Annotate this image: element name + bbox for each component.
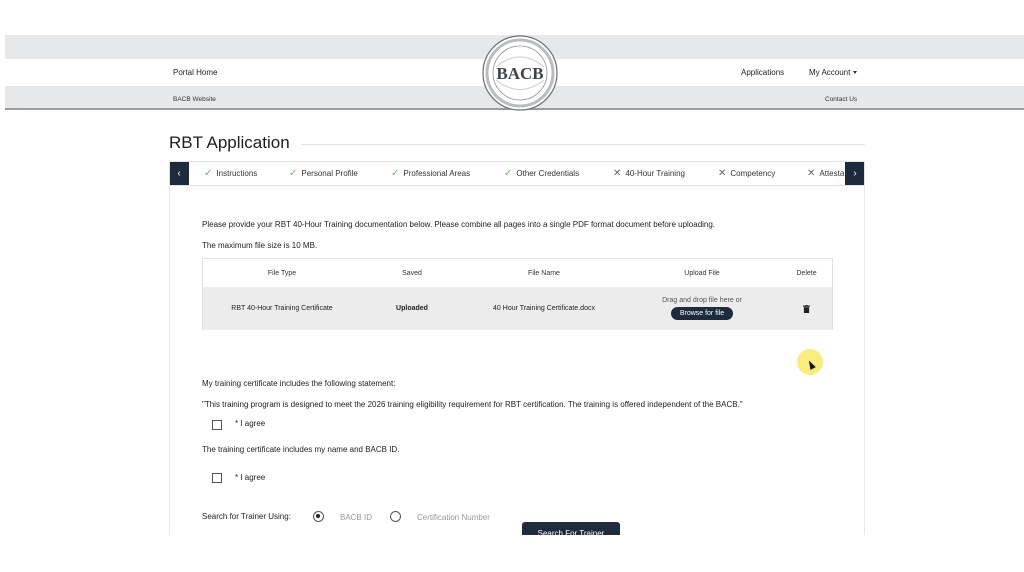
step-label: Other Credentials [516, 169, 580, 178]
cell-file-type: RBT 40-Hour Training Certificate [231, 305, 333, 312]
check-icon: ✓ [289, 168, 298, 179]
name-id-statement: The training certificate includes my nam… [202, 445, 400, 454]
step-personal-profile[interactable]: ✓ Personal Profile [289, 162, 358, 185]
col-file-name: File Name [528, 269, 560, 277]
step-label: Instructions [216, 169, 258, 178]
cell-file-name: 40 Hour Training Certificate.docx [493, 305, 595, 312]
browse-for-file-button[interactable]: Browse for file [670, 307, 734, 320]
contact-us-link[interactable]: Contact Us [825, 96, 857, 103]
step-competency[interactable]: ✕ Competency [718, 162, 775, 185]
agree-statement-label: * I agree [235, 419, 266, 428]
trash-icon [803, 304, 810, 313]
check-icon: ✓ [391, 168, 400, 179]
portal-home-link[interactable]: Portal Home [173, 68, 217, 77]
radio-bacb-id[interactable] [313, 511, 324, 522]
step-label: Competency [730, 169, 776, 178]
training-statement: "This training program is designed to me… [202, 400, 743, 409]
step-label: 40-Hour Training [625, 169, 685, 178]
radio-bacb-id-label: BACB ID [340, 513, 373, 522]
step-label: Attesta [819, 169, 845, 178]
agree-name-id-checkbox[interactable] [212, 473, 222, 483]
agree-name-id-label: * I agree [235, 473, 266, 482]
upload-instructions: Please provide your RBT 40-Hour Training… [202, 220, 716, 229]
steps-prev-button[interactable]: ‹ [170, 162, 189, 185]
x-icon: ✕ [718, 168, 727, 179]
browser-page: Portal Home Applications My Account BACB… [5, 35, 1024, 535]
radio-certification-number-label: Certification Number [417, 513, 490, 522]
steps-next-button[interactable]: › [845, 162, 864, 185]
cell-saved-status: Uploaded [396, 305, 428, 312]
bacb-website-link[interactable]: BACB Website [173, 96, 216, 103]
agree-statement-checkbox[interactable] [212, 420, 222, 430]
check-icon: ✓ [204, 168, 213, 179]
bacb-logo-text: BACB [496, 64, 543, 83]
step-instructions[interactable]: ✓ Instructions [204, 162, 257, 185]
statement-intro: My training certificate includes the fol… [202, 379, 396, 388]
applications-link[interactable]: Applications [741, 68, 784, 77]
col-delete: Delete [796, 269, 817, 277]
chevron-right-icon: › [853, 168, 857, 179]
search-trainer-label: Search for Trainer Using: [202, 512, 291, 521]
check-icon: ✓ [504, 168, 513, 179]
bacb-logo[interactable]: BACB [482, 35, 558, 111]
delete-file-button[interactable] [779, 287, 834, 330]
x-icon: ✕ [613, 168, 622, 179]
application-steps: ‹ ✓ Instructions ✓ Personal Profile ✓ Profe… [169, 161, 865, 186]
chevron-left-icon: ‹ [177, 168, 181, 179]
col-saved: Saved [402, 269, 422, 277]
upload-table: File Type Saved File Name Upload File De… [202, 258, 833, 330]
training-panel: Please provide your RBT 40-Hour Training… [169, 186, 865, 535]
step-label: Professional Areas [403, 169, 471, 178]
step-professional-areas[interactable]: ✓ Professional Areas [391, 162, 470, 185]
col-file-type: File Type [267, 269, 297, 277]
step-attestation[interactable]: ✕ Attesta [807, 162, 844, 185]
radio-certification-number[interactable] [390, 511, 401, 522]
max-file-size-note: The maximum file size is 10 MB. [202, 241, 318, 250]
search-for-trainer-button[interactable]: Search For Trainer [522, 522, 620, 535]
table-row: RBT 40-Hour Training Certificate Uploade… [203, 287, 832, 330]
title-divider [301, 144, 865, 145]
x-icon: ✕ [807, 168, 816, 179]
step-other-credentials[interactable]: ✓ Other Credentials [504, 162, 579, 185]
file-dropzone[interactable]: Drag and drop file here or Browse for fi… [625, 287, 779, 330]
my-account-menu[interactable]: My Account [809, 68, 858, 77]
step-label: Personal Profile [301, 169, 358, 178]
step-40-hour-training[interactable]: ✕ 40-Hour Training [613, 162, 685, 185]
my-account-label: My Account [809, 68, 851, 77]
dropzone-text: Drag and drop file here or [662, 297, 742, 304]
page-title: RBT Application [169, 133, 290, 152]
chevron-down-icon [853, 71, 858, 75]
col-upload-file: Upload File [684, 269, 720, 277]
